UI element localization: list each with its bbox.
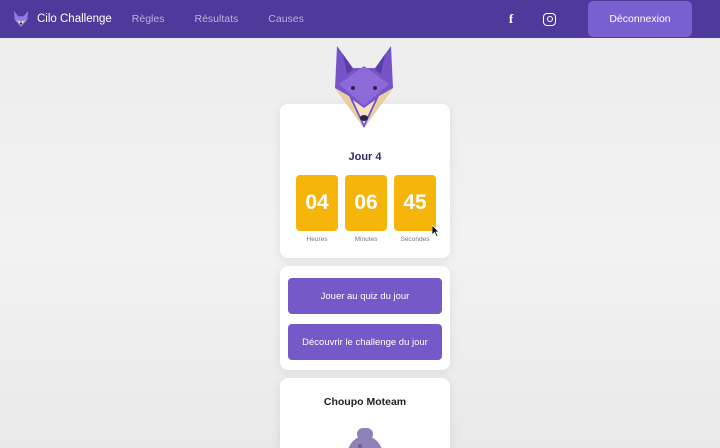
seconds-label: Secondes <box>400 236 430 243</box>
minutes-value: 06 <box>345 175 387 231</box>
seconds-value: 45 <box>394 175 436 231</box>
team-name: Choupo Moteam <box>323 396 407 408</box>
facebook-icon[interactable]: f <box>503 11 519 27</box>
team-card: Choupo Moteam <box>280 378 450 448</box>
fox-mascot-icon <box>335 46 393 128</box>
play-quiz-button[interactable]: Jouer au quiz du jour <box>288 278 442 314</box>
nav-right: f Déconnexion <box>503 0 692 38</box>
countdown-timer: 04 Heures 06 Minutes 45 Secondes <box>296 175 436 243</box>
hours-value: 04 <box>296 175 338 231</box>
team-avatar-icon <box>348 428 382 448</box>
nav-link-resultats[interactable]: Résultats <box>194 13 238 25</box>
discover-challenge-button[interactable]: Découvrir le challenge du jour <box>288 324 442 360</box>
timer-minutes: 06 Minutes <box>345 175 387 243</box>
timer-hours: 04 Heures <box>296 175 338 243</box>
brand-name: Cilo Challenge <box>37 13 112 25</box>
nav-link-regles[interactable]: Règles <box>132 13 165 25</box>
logout-button[interactable]: Déconnexion <box>588 1 692 37</box>
timer-seconds: 45 Secondes <box>394 175 436 243</box>
nav-links: Règles Résultats Causes <box>132 13 334 25</box>
brand[interactable]: Cilo Challenge <box>12 10 112 28</box>
instagram-icon[interactable] <box>543 12 556 26</box>
minutes-label: Minutes <box>354 236 378 243</box>
nav-link-causes[interactable]: Causes <box>268 13 304 25</box>
fox-logo-icon <box>13 10 29 28</box>
top-navbar: Cilo Challenge Règles Résultats Causes f… <box>0 0 720 38</box>
day-title: Jour 4 <box>348 151 382 163</box>
hours-label: Heures <box>306 236 328 243</box>
cursor-icon <box>432 225 440 237</box>
actions-card: Jouer au quiz du jour Découvrir le chall… <box>280 266 450 370</box>
